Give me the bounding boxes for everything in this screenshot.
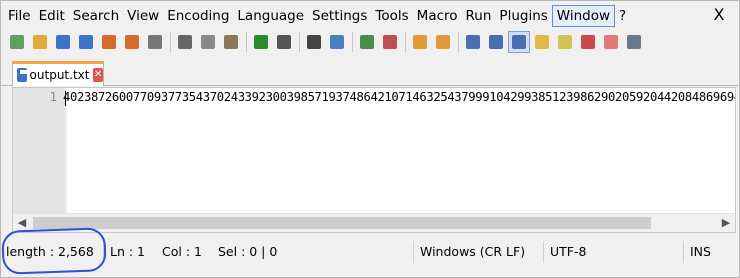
status-line: Ln : 1 bbox=[110, 244, 145, 259]
show-all-chars-icon[interactable] bbox=[485, 31, 507, 53]
line-number-gutter: 1 bbox=[13, 88, 65, 214]
fold-margin bbox=[65, 88, 67, 214]
find-icon[interactable] bbox=[303, 31, 325, 53]
save-all-icon-glyph bbox=[79, 35, 93, 49]
undo-icon-glyph bbox=[254, 35, 268, 49]
toolbar-separator bbox=[170, 32, 171, 52]
folder-workspace-icon-glyph bbox=[581, 35, 595, 49]
menu-file[interactable]: File bbox=[4, 5, 35, 27]
editor-line[interactable]: 4023872600770937735437024339230039857193… bbox=[63, 90, 735, 104]
scrollbar-thumb[interactable] bbox=[33, 217, 651, 229]
menu-plugins[interactable]: Plugins bbox=[495, 5, 551, 27]
sync-horizontal-icon[interactable] bbox=[432, 31, 454, 53]
paste-icon-glyph bbox=[224, 35, 238, 49]
close-icon[interactable]: X bbox=[710, 6, 728, 24]
toolbar-separator bbox=[405, 32, 406, 52]
scroll-right-icon[interactable]: ▶ bbox=[717, 214, 735, 232]
find-icon-glyph bbox=[307, 35, 321, 49]
monitoring-icon[interactable] bbox=[600, 31, 622, 53]
function-list-icon[interactable] bbox=[554, 31, 576, 53]
close-file-icon-glyph bbox=[102, 35, 116, 49]
word-wrap-icon-glyph bbox=[466, 35, 480, 49]
line-number: 1 bbox=[49, 90, 57, 104]
menu-settings[interactable]: Settings bbox=[308, 5, 371, 27]
tab-bar: output.txt ✕ bbox=[0, 58, 740, 86]
zoom-in-icon[interactable] bbox=[356, 31, 378, 53]
status-eol: Windows (CR LF) bbox=[414, 241, 544, 263]
copy-icon-glyph bbox=[201, 35, 215, 49]
paste-icon[interactable] bbox=[220, 31, 242, 53]
monitoring-icon-glyph bbox=[604, 35, 618, 49]
sync-vertical-icon[interactable] bbox=[409, 31, 431, 53]
undo-icon[interactable] bbox=[250, 31, 272, 53]
status-selection: Sel : 0 | 0 bbox=[212, 241, 414, 263]
print-icon-glyph bbox=[148, 35, 162, 49]
tab-output-txt[interactable]: output.txt ✕ bbox=[12, 61, 104, 86]
cut-icon[interactable] bbox=[174, 31, 196, 53]
toolbar-separator bbox=[246, 32, 247, 52]
status-insert-mode: INS bbox=[690, 244, 711, 259]
save-icon[interactable] bbox=[52, 31, 74, 53]
doc-map-icon[interactable] bbox=[531, 31, 553, 53]
sync-vertical-icon-glyph bbox=[413, 35, 427, 49]
copy-icon[interactable] bbox=[197, 31, 219, 53]
zoom-in-icon-glyph bbox=[360, 35, 374, 49]
menu-encoding[interactable]: Encoding bbox=[163, 5, 233, 27]
new-file-icon[interactable] bbox=[6, 31, 28, 53]
replace-icon[interactable] bbox=[326, 31, 348, 53]
new-file-icon-glyph bbox=[10, 35, 24, 49]
print-icon[interactable] bbox=[144, 31, 166, 53]
open-folder-icon-glyph bbox=[33, 35, 47, 49]
menu-bar: File Edit Search View Encoding Language … bbox=[4, 4, 736, 28]
annotation-circle bbox=[1, 227, 107, 275]
menu-help[interactable]: ? bbox=[615, 5, 630, 27]
menu-macro[interactable]: Macro bbox=[413, 5, 462, 27]
tab-label: output.txt bbox=[29, 68, 90, 82]
cut-icon-glyph bbox=[178, 35, 192, 49]
toolbar-separator bbox=[299, 32, 300, 52]
menu-view[interactable]: View bbox=[123, 5, 163, 27]
word-wrap-icon[interactable] bbox=[462, 31, 484, 53]
editor-area[interactable]: 1 40238726007709377354370243392300398571… bbox=[12, 87, 736, 233]
doc-map-icon-glyph bbox=[535, 35, 549, 49]
eye-icon[interactable] bbox=[623, 31, 645, 53]
zoom-out-icon-glyph bbox=[383, 35, 397, 49]
redo-icon[interactable] bbox=[273, 31, 295, 53]
indent-guide-icon[interactable] bbox=[508, 31, 530, 53]
replace-icon-glyph bbox=[330, 35, 344, 49]
close-file-icon[interactable] bbox=[98, 31, 120, 53]
menu-tools[interactable]: Tools bbox=[371, 5, 412, 27]
save-icon bbox=[17, 68, 28, 82]
tab-close-icon[interactable]: ✕ bbox=[93, 68, 103, 82]
folder-workspace-icon[interactable] bbox=[577, 31, 599, 53]
toolbar-separator bbox=[352, 32, 353, 52]
status-column: Col : 1 bbox=[162, 244, 202, 259]
sync-horizontal-icon-glyph bbox=[436, 35, 450, 49]
zoom-out-icon[interactable] bbox=[379, 31, 401, 53]
close-all-icon-glyph bbox=[125, 35, 139, 49]
menu-run[interactable]: Run bbox=[462, 5, 496, 27]
close-all-icon[interactable] bbox=[121, 31, 143, 53]
toolbar bbox=[6, 30, 734, 54]
eye-icon-glyph bbox=[627, 35, 641, 49]
status-bar: length : 2,568 Ln : 1 Col : 1 Sel : 0 | … bbox=[0, 238, 740, 266]
save-all-icon[interactable] bbox=[75, 31, 97, 53]
indent-guide-icon-glyph bbox=[512, 35, 526, 49]
toolbar-separator bbox=[458, 32, 459, 52]
horizontal-scrollbar[interactable]: ◀ ▶ bbox=[13, 213, 735, 232]
menu-window[interactable]: Window bbox=[551, 5, 616, 27]
redo-icon-glyph bbox=[277, 35, 291, 49]
save-icon-glyph bbox=[56, 35, 70, 49]
show-all-chars-icon-glyph bbox=[489, 35, 503, 49]
menu-language[interactable]: Language bbox=[233, 5, 308, 27]
function-list-icon-glyph bbox=[558, 35, 572, 49]
status-encoding: UTF-8 bbox=[544, 241, 684, 263]
open-folder-icon[interactable] bbox=[29, 31, 51, 53]
menu-edit[interactable]: Edit bbox=[35, 5, 69, 27]
text-caret bbox=[65, 91, 66, 106]
menu-search[interactable]: Search bbox=[69, 5, 123, 27]
